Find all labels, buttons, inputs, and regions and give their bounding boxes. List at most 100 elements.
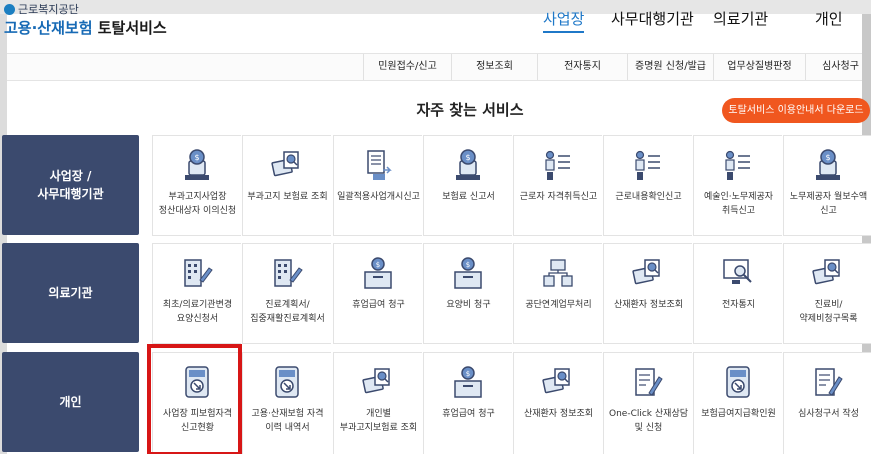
people-list-icon [541, 146, 575, 184]
service-tile-label: 산재환자 정보조회 [523, 409, 594, 419]
service-tile-label: 일괄적용사업개시신고 [337, 192, 420, 202]
subnav-item[interactable]: 민원접수/신고 [363, 54, 451, 80]
service-title[interactable]: 고용·산재보험 토탈서비스 [4, 17, 167, 38]
money-bag-icon: $ [811, 146, 845, 184]
document-pen-icon [811, 363, 845, 401]
service-tile[interactable]: $ 요양비 청구 [423, 243, 512, 344]
service-tile[interactable]: 산재환자 정보조회 [603, 243, 692, 344]
service-tile[interactable]: 최초/의료기관변경 요양신청서 [152, 243, 241, 344]
service-name-part2: 토탈서비스 [97, 19, 167, 37]
service-tile-label: 노무제공자 월보수액 신고 [789, 192, 868, 216]
document-download-icon [270, 363, 304, 401]
service-tile[interactable]: $ 부과고지사업장 정산대상자 이의신청 [152, 135, 241, 236]
service-tile[interactable]: 보험급여지급확인원 [693, 352, 782, 454]
coin-box-icon: $ [361, 254, 395, 292]
section-title: 자주 찾는 서비스 [416, 101, 524, 119]
guide-download-button[interactable]: 토탈서비스 이용안내서 다운로드 [722, 98, 870, 123]
people-list-icon [631, 146, 665, 184]
service-tile-label: 진료계획서/집중재활진료계획서 [250, 300, 325, 324]
screenshot-root: 근로복지공단 고용·산재보험 토탈서비스 사업장 사무대행기관 의료기관 개인 … [0, 0, 871, 454]
service-tile-label: One-Click 산재상담 및 신청 [609, 409, 688, 433]
service-tile[interactable]: 일괄적용사업개시신고 [333, 135, 422, 236]
service-tile[interactable]: 진료비/약제비청구목록 [783, 243, 871, 344]
service-tile[interactable]: $ 휴업급여 청구 [423, 352, 512, 454]
service-tile[interactable]: $ 휴업급여 청구 [333, 243, 422, 344]
card-search-icon [811, 254, 845, 292]
document-download-icon [180, 363, 214, 401]
svg-text:$: $ [466, 261, 470, 269]
service-tile[interactable]: 진료계획서/집중재활진료계획서 [242, 243, 331, 344]
building-form-icon [270, 254, 304, 292]
nav-individual[interactable]: 개인 [815, 8, 843, 29]
document-arrow-icon [361, 146, 395, 184]
card-search-icon [361, 363, 395, 401]
row-label-workplace: 사업장 / 사무대행기관 [2, 135, 139, 235]
subnav-item[interactable]: 증명원 신청/발급 [627, 54, 713, 80]
row-label-individual: 개인 [2, 352, 139, 452]
nav-medical[interactable]: 의료기관 [713, 8, 768, 29]
row-label-line1: 사업장 / [49, 169, 92, 183]
service-tile[interactable]: 근로자 자격취득신고 [513, 135, 602, 236]
service-tile-label: 휴업급여 청구 [352, 300, 405, 310]
service-tile[interactable]: 예술인·노무제공자 취득신고 [693, 135, 782, 236]
sub-navigation: 민원접수/신고 정보조회 전자통지 증명원 신청/발급 업무상질병판정 심사청구 [7, 53, 862, 81]
people-list-icon [721, 146, 755, 184]
service-tile[interactable]: 근로내용확인신고 [603, 135, 692, 236]
service-tile[interactable]: 사업장 피보험자격 신고현황 [152, 352, 241, 454]
money-bag-icon: $ [451, 146, 485, 184]
document-download-icon [721, 363, 755, 401]
subnav-item[interactable]: 심사청구 [805, 54, 871, 80]
coin-box-icon: $ [451, 363, 485, 401]
service-tile-label: 산재환자 정보조회 [613, 300, 684, 310]
org-name: 근로복지공단 [18, 3, 79, 16]
card-search-icon [541, 363, 575, 401]
document-pen-icon [631, 363, 665, 401]
service-name-part1: 고용·산재보험 [4, 19, 93, 37]
service-tile-label: 근로자 자격취득신고 [519, 192, 598, 202]
subnav-item[interactable]: 전자통지 [537, 54, 627, 80]
service-tile[interactable]: 공단연계업무처리 [513, 243, 602, 344]
folder-network-icon [541, 254, 575, 292]
subnav-item[interactable]: 업무상질병판정 [713, 54, 805, 80]
service-tile-label: 진료비/약제비청구목록 [799, 300, 858, 324]
service-tile-label: 고용·산재보험 자격 이력 내역서 [251, 409, 324, 433]
service-tile-label: 보험료 신고서 [442, 192, 495, 202]
service-tile-label: 휴업급여 청구 [442, 409, 495, 419]
service-tile-label: 전자통지 [721, 300, 756, 310]
service-tile[interactable]: One-Click 산재상담 및 신청 [603, 352, 692, 454]
svg-text:$: $ [466, 370, 470, 378]
service-tile-label: 부과고지 보험료 조회 [247, 192, 328, 202]
svg-text:$: $ [825, 153, 830, 162]
service-tile-label: 개인별 부과고지보험료 조회 [339, 409, 418, 433]
org-brand[interactable]: 근로복지공단 [4, 1, 79, 17]
card-search-icon [270, 146, 304, 184]
service-tile[interactable]: $ 보험료 신고서 [423, 135, 512, 236]
svg-text:$: $ [194, 153, 199, 162]
service-tile[interactable]: $ 노무제공자 월보수액 신고 [783, 135, 871, 236]
subnav-item[interactable]: 정보조회 [451, 54, 537, 80]
service-tile[interactable]: 심사청구서 작성 [783, 352, 871, 454]
row-label-line2: 사무대행기관 [37, 187, 104, 201]
service-tile-label: 근로내용확인신고 [615, 192, 682, 202]
service-tile-label: 심사청구서 작성 [798, 409, 859, 419]
service-tile[interactable]: 개인별 부과고지보험료 조회 [333, 352, 422, 454]
row-label-medical: 의료기관 [2, 243, 139, 343]
service-tile-label: 부과고지사업장 정산대상자 이의신청 [158, 192, 237, 216]
coin-box-icon: $ [451, 254, 485, 292]
service-tile-label: 공단연계업무처리 [525, 300, 592, 310]
card-search-icon [631, 254, 665, 292]
monitor-search-icon [721, 254, 755, 292]
building-form-icon [180, 254, 214, 292]
service-tile-label: 요양비 청구 [446, 300, 491, 310]
service-tile[interactable]: 전자통지 [693, 243, 782, 344]
service-tile[interactable]: 부과고지 보험료 조회 [242, 135, 331, 236]
service-tile[interactable]: 산재환자 정보조회 [513, 352, 602, 454]
nav-agency[interactable]: 사무대행기관 [611, 8, 694, 29]
service-tile-label: 예술인·노무제공자 취득신고 [703, 192, 774, 216]
service-tile[interactable]: 고용·산재보험 자격 이력 내역서 [242, 352, 331, 454]
svg-text:$: $ [465, 153, 470, 162]
service-tile-label: 최초/의료기관변경 요양신청서 [162, 300, 233, 324]
nav-workplace[interactable]: 사업장 [543, 8, 585, 33]
top-navigation: 사업장 사무대행기관 의료기관 개인 [540, 8, 860, 33]
service-tile-label: 사업장 피보험자격 신고현황 [162, 409, 233, 433]
